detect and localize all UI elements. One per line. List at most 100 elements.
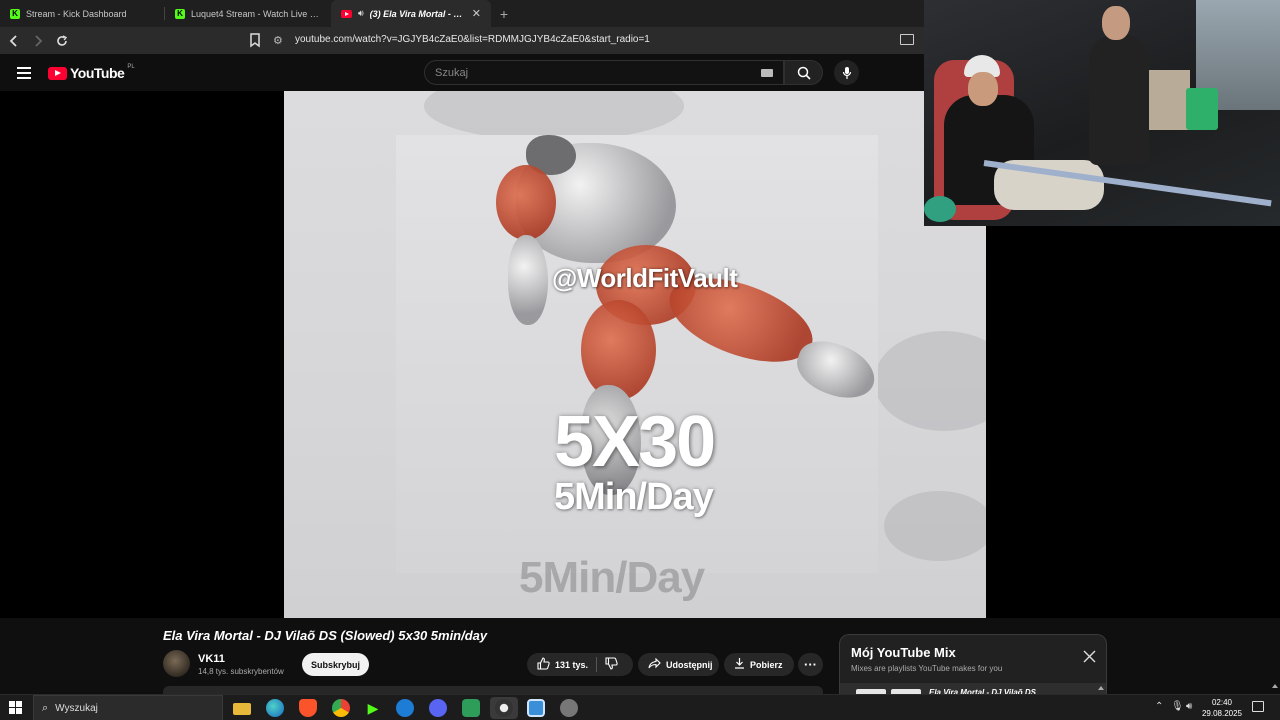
download-button[interactable]: Pobierz — [724, 653, 794, 676]
scroll-up-arrow-icon[interactable] — [1098, 686, 1104, 690]
search-button[interactable] — [784, 60, 823, 85]
like-count: 131 tys. — [555, 659, 589, 670]
subscriber-count: 14,8 tys. subskrybentów — [198, 667, 284, 676]
search-icon — [797, 66, 811, 80]
video-blur-shape — [874, 331, 986, 431]
url-field[interactable]: youtube.com/watch?v=JGJYB4cZaE0&list=RDM… — [295, 34, 650, 45]
obs-logo-icon — [495, 699, 513, 717]
video-blur-shape — [424, 91, 684, 141]
system-clock[interactable]: 02:40 29.08.2025 — [1196, 697, 1248, 719]
browser-tab-strip: K Stream - Kick Dashboard K Luquet4 Stre… — [0, 0, 924, 27]
forward-arrow-icon — [35, 34, 43, 47]
discord-icon[interactable] — [429, 699, 447, 717]
tab-label: Stream - Kick Dashboard — [26, 8, 127, 19]
back-arrow-icon — [9, 34, 17, 47]
taskbar-search[interactable]: ⌕ Wyszukaj — [33, 695, 223, 720]
more-actions-button[interactable]: ··· — [798, 653, 823, 676]
tab-label: Luquet4 Stream - Watch Live on Kick — [191, 8, 321, 19]
file-explorer-icon[interactable] — [233, 703, 251, 715]
keyboard-icon[interactable] — [761, 69, 773, 77]
new-tab-button[interactable]: + — [491, 0, 517, 27]
back-button[interactable] — [4, 31, 24, 51]
video-player[interactable]: @WorldFitVault 5X30 5Min/Day 5Min/Day — [284, 91, 986, 618]
tab-kick-stream[interactable]: K Luquet4 Stream - Watch Live on Kick — [165, 0, 331, 27]
video-title: Ela Vira Mortal - DJ Vilaõ DS (Slowed) 5… — [163, 628, 488, 643]
video-blur-shape — [884, 491, 986, 561]
clock-date: 29.08.2025 — [1201, 709, 1243, 718]
description-box[interactable] — [163, 686, 823, 694]
close-icon[interactable] — [1083, 650, 1096, 663]
notification-icon[interactable] — [1252, 701, 1264, 712]
forward-button[interactable] — [28, 31, 48, 51]
tab-kick-dashboard[interactable]: K Stream - Kick Dashboard — [0, 0, 165, 27]
tray-chevron-icon[interactable]: ⌃ — [1155, 701, 1163, 712]
figure-arm — [508, 235, 548, 325]
kick-icon: K — [175, 8, 185, 19]
webcam-green-box — [1186, 88, 1218, 130]
video-ghost-text: 5Min/Day — [519, 553, 705, 602]
download-label: Pobierz — [750, 659, 783, 670]
site-settings-icon[interactable]: ⚙︎ — [273, 34, 283, 47]
download-icon — [734, 657, 745, 672]
share-label: Udostępnij — [666, 659, 713, 670]
youtube-play-icon — [48, 66, 67, 80]
edge-icon[interactable] — [266, 699, 284, 717]
webcam-face-right — [1102, 6, 1130, 40]
avatar[interactable] — [163, 650, 190, 677]
search-input[interactable]: Szukaj — [435, 67, 468, 79]
youtube-logo[interactable]: YouTube PL — [48, 64, 135, 81]
windows-start-icon[interactable] — [9, 701, 22, 714]
close-tab-icon[interactable]: ✕ — [472, 7, 481, 20]
voice-search-button[interactable] — [834, 60, 859, 85]
search-box[interactable]: Szukaj — [424, 60, 784, 85]
country-code: PL — [127, 64, 135, 70]
mix-title: Mój YouTube Mix — [851, 645, 956, 660]
more-icon: ··· — [804, 657, 817, 672]
bookmark-icon[interactable] — [248, 32, 262, 48]
speaker-icon[interactable]: 🔊︎ — [358, 8, 364, 19]
microphone-tray-icon[interactable]: 🎙︎ — [1171, 701, 1184, 712]
kick-app-icon[interactable]: ▶ — [364, 699, 382, 717]
video-overlay-duration: 5Min/Day — [554, 476, 714, 518]
page-scroll-up-icon[interactable] — [1272, 684, 1278, 688]
taskbar-search-label: Wyszukaj — [55, 702, 98, 714]
thumbs-down-icon — [605, 657, 618, 670]
app-bird-icon[interactable] — [560, 699, 578, 717]
webcam-face-left — [968, 72, 998, 106]
cast-icon[interactable] — [900, 34, 914, 45]
clock-time: 02:40 — [1211, 698, 1233, 707]
share-icon — [648, 657, 661, 672]
webcam-shelf — [1144, 70, 1190, 130]
microphone-icon — [842, 66, 851, 79]
webcam-person-right — [1089, 35, 1149, 165]
search-icon: ⌕ — [42, 701, 49, 714]
windows-taskbar: ⌕ Wyszukaj ▶ ⌃ 🎙︎ 🔊︎ 02:40 29.08.2025 — [0, 694, 1280, 720]
volume-icon[interactable]: 🔊︎ — [1186, 701, 1192, 712]
youtube-logo-text: YouTube — [70, 65, 125, 81]
figure-thigh-muscle — [581, 300, 656, 400]
tab-label: (3) Ela Vira Mortal - DJ Vilaõ DS (Slowe… — [369, 8, 466, 19]
chrome-icon[interactable] — [332, 699, 350, 717]
share-button[interactable]: Udostępnij — [638, 653, 719, 676]
kick-icon: K — [10, 8, 20, 19]
youtube-icon — [341, 9, 352, 18]
menu-icon[interactable] — [17, 67, 31, 79]
brave-icon[interactable] — [299, 699, 317, 717]
dislike-button[interactable] — [605, 657, 618, 672]
screen: K Stream - Kick Dashboard K Luquet4 Stre… — [0, 0, 1280, 720]
figure-shoulder-muscle — [496, 165, 556, 240]
channel-name[interactable]: VK11 — [198, 653, 225, 665]
app-green-icon[interactable] — [462, 699, 480, 717]
address-bar-row: ⚙︎ youtube.com/watch?v=JGJYB4cZaE0&list=… — [0, 27, 924, 54]
tab-youtube-active[interactable]: 🔊︎ (3) Ela Vira Mortal - DJ Vilaõ DS (Sl… — [331, 0, 491, 27]
video-watermark: @WorldFitVault — [552, 263, 738, 293]
webcam-overlay — [924, 0, 1280, 226]
like-button[interactable] — [537, 656, 550, 673]
app-c-icon[interactable] — [396, 699, 414, 717]
youtube-header: YouTube PL Szukaj — [0, 54, 924, 91]
app-window-icon[interactable] — [527, 699, 545, 717]
webcam-bucket — [924, 196, 956, 222]
subscribe-button[interactable]: Subskrybuj — [302, 653, 369, 676]
reload-button[interactable] — [52, 31, 72, 51]
mix-playlist-panel: Mój YouTube Mix Mixes are playlists YouT… — [839, 634, 1107, 697]
